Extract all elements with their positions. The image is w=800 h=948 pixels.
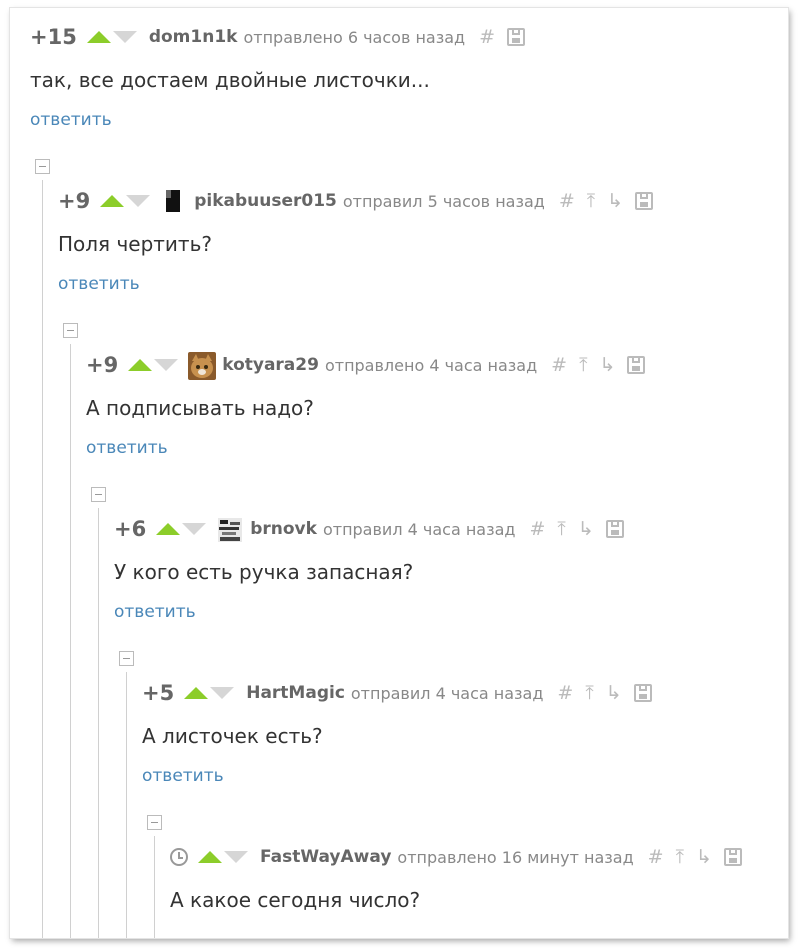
thread-icon[interactable]: ↳ <box>607 191 623 211</box>
comment-timestamp: отправил 4 часа назад <box>322 519 516 539</box>
save-icon[interactable] <box>633 684 652 702</box>
thread-icon[interactable]: ↳ <box>606 683 622 703</box>
collapse-toggle[interactable] <box>63 323 78 338</box>
vote-up-icon[interactable] <box>86 31 111 43</box>
comment-author[interactable]: kotyara29 <box>222 355 319 375</box>
save-icon[interactable] <box>605 520 624 538</box>
hash-link-icon[interactable]: # <box>559 191 575 211</box>
thread-icon[interactable]: ↳ <box>600 355 616 375</box>
vote-up-icon[interactable] <box>184 687 209 699</box>
clock-icon <box>170 848 188 866</box>
collapse-toggle[interactable] <box>119 651 134 666</box>
reply-link[interactable]: ответить <box>114 602 196 622</box>
reply-link[interactable]: ответить <box>86 438 168 458</box>
comment-text: Поля чертить? <box>58 232 212 256</box>
vote-down-icon[interactable] <box>154 359 179 371</box>
comment-tools: # ⤒ ↳ <box>557 683 652 703</box>
parent-comment-icon[interactable]: ⤒ <box>579 355 587 375</box>
comment-tools: # ⤒ ↳ <box>529 519 624 539</box>
save-icon[interactable] <box>635 192 654 210</box>
comment-text: У кого есть ручка запасная? <box>114 560 414 584</box>
hash-link-icon[interactable]: # <box>551 355 567 375</box>
comment-author[interactable]: dom1n1k <box>149 27 238 47</box>
parent-comment-icon[interactable]: ⤒ <box>587 191 595 211</box>
reply-link[interactable]: ответить <box>30 110 112 130</box>
comment-tools: # ⤒ ↳ <box>559 191 654 211</box>
reply-link[interactable]: ответить <box>142 766 224 786</box>
comment-timestamp: отправлено 16 минут назад <box>397 847 634 867</box>
collapse-toggle[interactable] <box>91 487 106 502</box>
parent-comment-icon[interactable]: ⤒ <box>585 683 593 703</box>
comment-rating: +6 <box>114 517 147 541</box>
vote-up-icon[interactable] <box>198 851 222 863</box>
save-icon[interactable] <box>627 356 646 374</box>
comment-text: А какое сегодня число? <box>170 888 421 912</box>
vote-up-icon[interactable] <box>156 523 181 535</box>
thread-branch-line <box>70 344 71 938</box>
vote-up-icon[interactable] <box>100 195 125 207</box>
comments-thread: +15 dom1n1k отправлено 6 часов назад # т… <box>10 8 788 938</box>
comment-text: А листочек есть? <box>142 724 323 748</box>
comment-header: FastWayAway отправлено 16 минут назад # … <box>170 842 742 872</box>
comment-tools: # ⤒ ↳ <box>648 847 742 867</box>
vote-down-icon[interactable] <box>126 195 151 207</box>
comment-author[interactable]: brnovk <box>250 519 317 539</box>
vote-down-icon[interactable] <box>224 851 248 863</box>
comment-header: +15 dom1n1k отправлено 6 часов назад # <box>30 22 526 52</box>
thread-branch-line <box>154 836 155 938</box>
parent-comment-icon[interactable]: ⤒ <box>676 847 684 867</box>
hash-link-icon[interactable]: # <box>557 683 573 703</box>
comment-timestamp: отправил 5 часов назад <box>342 191 545 211</box>
comment-header: +5 HartMagic отправил 4 часа назад # ⤒ ↳ <box>142 678 652 708</box>
hash-link-icon[interactable]: # <box>529 519 545 539</box>
comment-header: +9 pikabuuser015 отправил 5 часов назад … <box>58 186 654 216</box>
comment-header: +9 kotyara29 отправлено 4 часа назад # ⤒ <box>86 350 646 380</box>
save-icon[interactable] <box>723 848 742 866</box>
comment-rating: +15 <box>30 25 77 49</box>
comment-timestamp: отправил 4 часа назад <box>350 683 544 703</box>
hash-link-icon[interactable]: # <box>648 847 664 867</box>
avatar[interactable] <box>188 352 217 380</box>
reply-link[interactable]: ответить <box>58 274 140 294</box>
avatar[interactable] <box>216 516 243 542</box>
collapse-toggle[interactable] <box>35 159 50 174</box>
thread-icon[interactable]: ↳ <box>696 847 712 867</box>
comment-text: так, все достаем двойные листочки... <box>30 68 430 92</box>
thread-branch-line <box>98 508 99 938</box>
vote-down-icon[interactable] <box>182 523 207 535</box>
comment-header: +6 brnovk отправил 4 часа назад # ⤒ ↳ <box>114 514 624 544</box>
vote-down-icon[interactable] <box>210 687 235 699</box>
avatar[interactable] <box>160 188 186 214</box>
comment-text: А подписывать надо? <box>86 396 314 420</box>
comment-timestamp: отправлено 4 часа назад <box>324 355 538 375</box>
parent-comment-icon[interactable]: ⤒ <box>557 519 565 539</box>
thread-branch-line <box>126 672 127 938</box>
comment-timestamp: отправлено 6 часов назад <box>243 27 466 47</box>
vote-down-icon[interactable] <box>112 31 137 43</box>
comment-author[interactable]: pikabuuser015 <box>194 191 337 211</box>
comment-author[interactable]: HartMagic <box>246 683 345 703</box>
comment-tools: # ⤒ ↳ <box>551 355 646 375</box>
thread-branch-line <box>42 180 43 938</box>
vote-up-icon[interactable] <box>128 359 153 371</box>
comment-rating: +9 <box>86 353 119 377</box>
comment-rating: +9 <box>58 189 91 213</box>
collapse-toggle[interactable] <box>147 815 162 830</box>
hash-link-icon[interactable]: # <box>479 27 495 47</box>
thread-icon[interactable]: ↳ <box>578 519 594 539</box>
comment-author[interactable]: FastWayAway <box>260 847 391 867</box>
comment-tools: # <box>479 27 526 47</box>
save-icon[interactable] <box>507 28 526 46</box>
comment-rating: +5 <box>142 681 175 705</box>
